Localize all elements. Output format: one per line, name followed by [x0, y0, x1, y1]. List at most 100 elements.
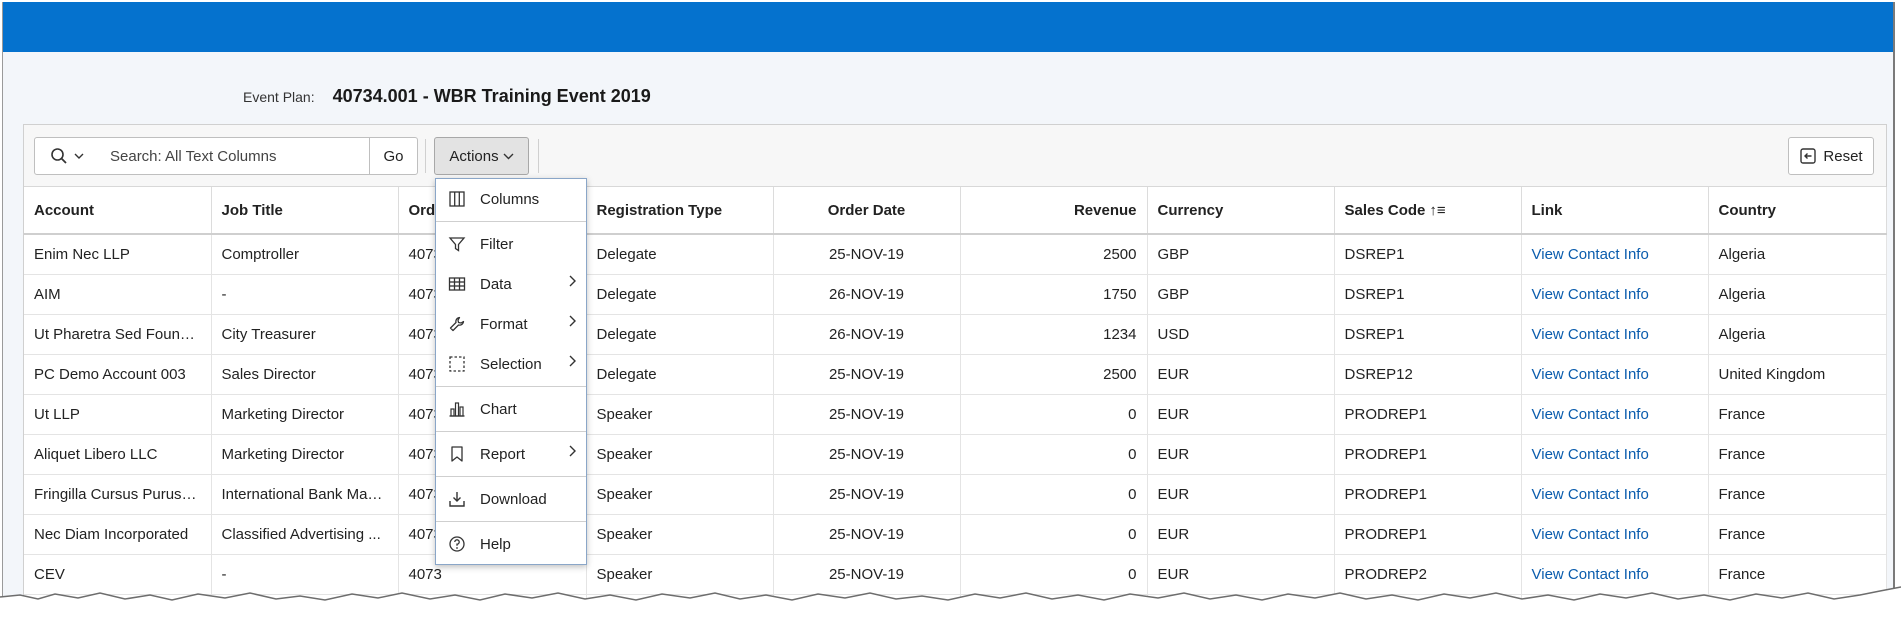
cell-revenue: 1750	[960, 274, 1148, 315]
cell-country: France	[1708, 514, 1887, 555]
menu-item-label: Columns	[480, 190, 540, 208]
view-contact-info-link[interactable]: View Contact Info	[1521, 474, 1709, 515]
menu-item-label: Help	[480, 535, 511, 553]
cell-registration-type: Speaker	[586, 394, 774, 435]
search-input[interactable]	[98, 137, 370, 175]
menu-item-label: Data	[480, 275, 512, 293]
view-contact-info-link[interactable]: View Contact Info	[1521, 274, 1709, 315]
page: Event Plan: 40734.001 - WBR Training Eve…	[2, 2, 1895, 621]
cell-country: United Kingdom	[1708, 354, 1887, 395]
cell-country: Algeria	[1708, 274, 1887, 315]
actions-menu: Columns Filter Data Format Selection Chart Rep…	[435, 178, 587, 565]
column-header[interactable]: Registration Type	[586, 187, 774, 235]
menu-item-report[interactable]: Report	[436, 434, 586, 474]
cell-revenue: 2500	[960, 354, 1148, 395]
view-contact-info-link[interactable]: View Contact Info	[1521, 434, 1709, 475]
menu-item-download[interactable]: Download	[436, 479, 586, 519]
table-row: PC Demo Account 003 Sales Director 4073 Del…	[24, 354, 1887, 395]
cell-country: France	[1708, 434, 1887, 475]
report-toolbar: Go Actions Reset	[24, 125, 1886, 187]
menu-item-label: Chart	[480, 400, 517, 418]
cell-order-date: 26-NOV-19	[773, 274, 961, 315]
cell-sales-code: PRODREP1	[1334, 434, 1522, 475]
view-contact-info-link[interactable]: View Contact Info	[1521, 314, 1709, 355]
bookmark-icon	[446, 445, 468, 463]
go-button[interactable]: Go	[369, 137, 418, 175]
view-contact-info-link[interactable]: View Contact Info	[1521, 514, 1709, 555]
reset-icon	[1800, 148, 1817, 164]
cell-job-title: Marketing Director	[211, 394, 399, 435]
actions-label: Actions	[449, 147, 499, 165]
cell-revenue: 0	[960, 514, 1148, 555]
cell-job-title: City Treasurer	[211, 314, 399, 355]
cell-job-title: Marketing Director	[211, 434, 399, 475]
cell-order-date: 25-NOV-19	[773, 354, 961, 395]
toolbar-divider	[538, 139, 539, 173]
columns-icon	[446, 190, 468, 208]
chevron-down-icon	[74, 153, 83, 159]
chevron-right-icon	[568, 444, 576, 462]
filter-icon	[446, 235, 468, 253]
menu-divider	[436, 476, 586, 477]
table-row: Nec Diam Incorporated Classified Advertis…	[24, 514, 1887, 555]
cell-currency: EUR	[1147, 354, 1335, 395]
cell-registration-type: Speaker	[586, 434, 774, 475]
cell-registration-type: Delegate	[586, 314, 774, 355]
column-header[interactable]: Link	[1521, 187, 1709, 235]
cell-currency: EUR	[1147, 434, 1335, 475]
menu-item-data[interactable]: Data	[436, 264, 586, 304]
view-contact-info-link[interactable]: View Contact Info	[1521, 234, 1709, 275]
cell-job-title: Comptroller	[211, 234, 399, 275]
menu-item-filter[interactable]: Filter	[436, 224, 586, 264]
screenshot: Event Plan: 40734.001 - WBR Training Eve…	[0, 0, 1901, 621]
cell-account: Nec Diam Incorporated	[24, 514, 212, 555]
cell-revenue: 1234	[960, 314, 1148, 355]
menu-item-label: Selection	[480, 355, 542, 373]
bar-chart-icon	[446, 400, 468, 418]
cell-sales-code: DSREP1	[1334, 234, 1522, 275]
menu-item-chart[interactable]: Chart	[436, 389, 586, 429]
event-plan-row: Event Plan: 40734.001 - WBR Training Eve…	[243, 86, 651, 107]
cell-currency: EUR	[1147, 394, 1335, 435]
help-icon	[446, 535, 468, 553]
actions-button[interactable]: Actions	[434, 137, 529, 175]
column-header[interactable]: Currency	[1147, 187, 1335, 235]
cell-account: Enim Nec LLP	[24, 234, 212, 275]
top-header-bar	[3, 2, 1893, 52]
menu-item-columns[interactable]: Columns	[436, 179, 586, 219]
table-row: AIM -4073 Delegate 26-NOV-19 1750 GBP DSREP1 Vi…	[24, 274, 1887, 315]
report-table: Account Job Title Ord Registration Type …	[24, 187, 1887, 621]
menu-item-help[interactable]: Help	[436, 524, 586, 564]
cell-currency: EUR	[1147, 514, 1335, 555]
search-column-selector[interactable]	[34, 137, 99, 175]
cell-job-title: Sales Director	[211, 354, 399, 395]
selection-icon	[446, 355, 468, 373]
event-plan-label: Event Plan:	[243, 89, 315, 105]
download-icon	[446, 490, 468, 508]
column-header[interactable]: Account	[24, 187, 212, 235]
cell-sales-code: DSREP1	[1334, 314, 1522, 355]
reset-button[interactable]: Reset	[1788, 137, 1874, 175]
sort-ascending-icon: ↑≡	[1429, 201, 1446, 219]
menu-item-format[interactable]: Format	[436, 304, 586, 344]
view-contact-info-link[interactable]: View Contact Info	[1521, 354, 1709, 395]
menu-item-selection[interactable]: Selection	[436, 344, 586, 384]
cell-country: France	[1708, 394, 1887, 435]
view-contact-info-link[interactable]: View Contact Info	[1521, 394, 1709, 435]
torn-edge	[0, 586, 1901, 621]
cell-registration-type: Delegate	[586, 354, 774, 395]
reset-label: Reset	[1823, 147, 1863, 165]
column-header[interactable]: Job Title	[211, 187, 399, 235]
column-header[interactable]: Country	[1708, 187, 1887, 235]
cell-registration-type: Speaker	[586, 474, 774, 515]
chevron-down-icon	[503, 153, 514, 160]
menu-divider	[436, 386, 586, 387]
column-header[interactable]: Order Date	[773, 187, 961, 235]
column-header[interactable]: Revenue	[960, 187, 1148, 235]
cell-job-title: Classified Advertising ...	[211, 514, 399, 555]
cell-country: France	[1708, 474, 1887, 515]
cell-revenue: 2500	[960, 234, 1148, 275]
cell-currency: USD	[1147, 314, 1335, 355]
menu-item-label: Filter	[480, 235, 514, 253]
column-header-sales-code[interactable]: Sales Code ↑≡	[1334, 187, 1522, 235]
